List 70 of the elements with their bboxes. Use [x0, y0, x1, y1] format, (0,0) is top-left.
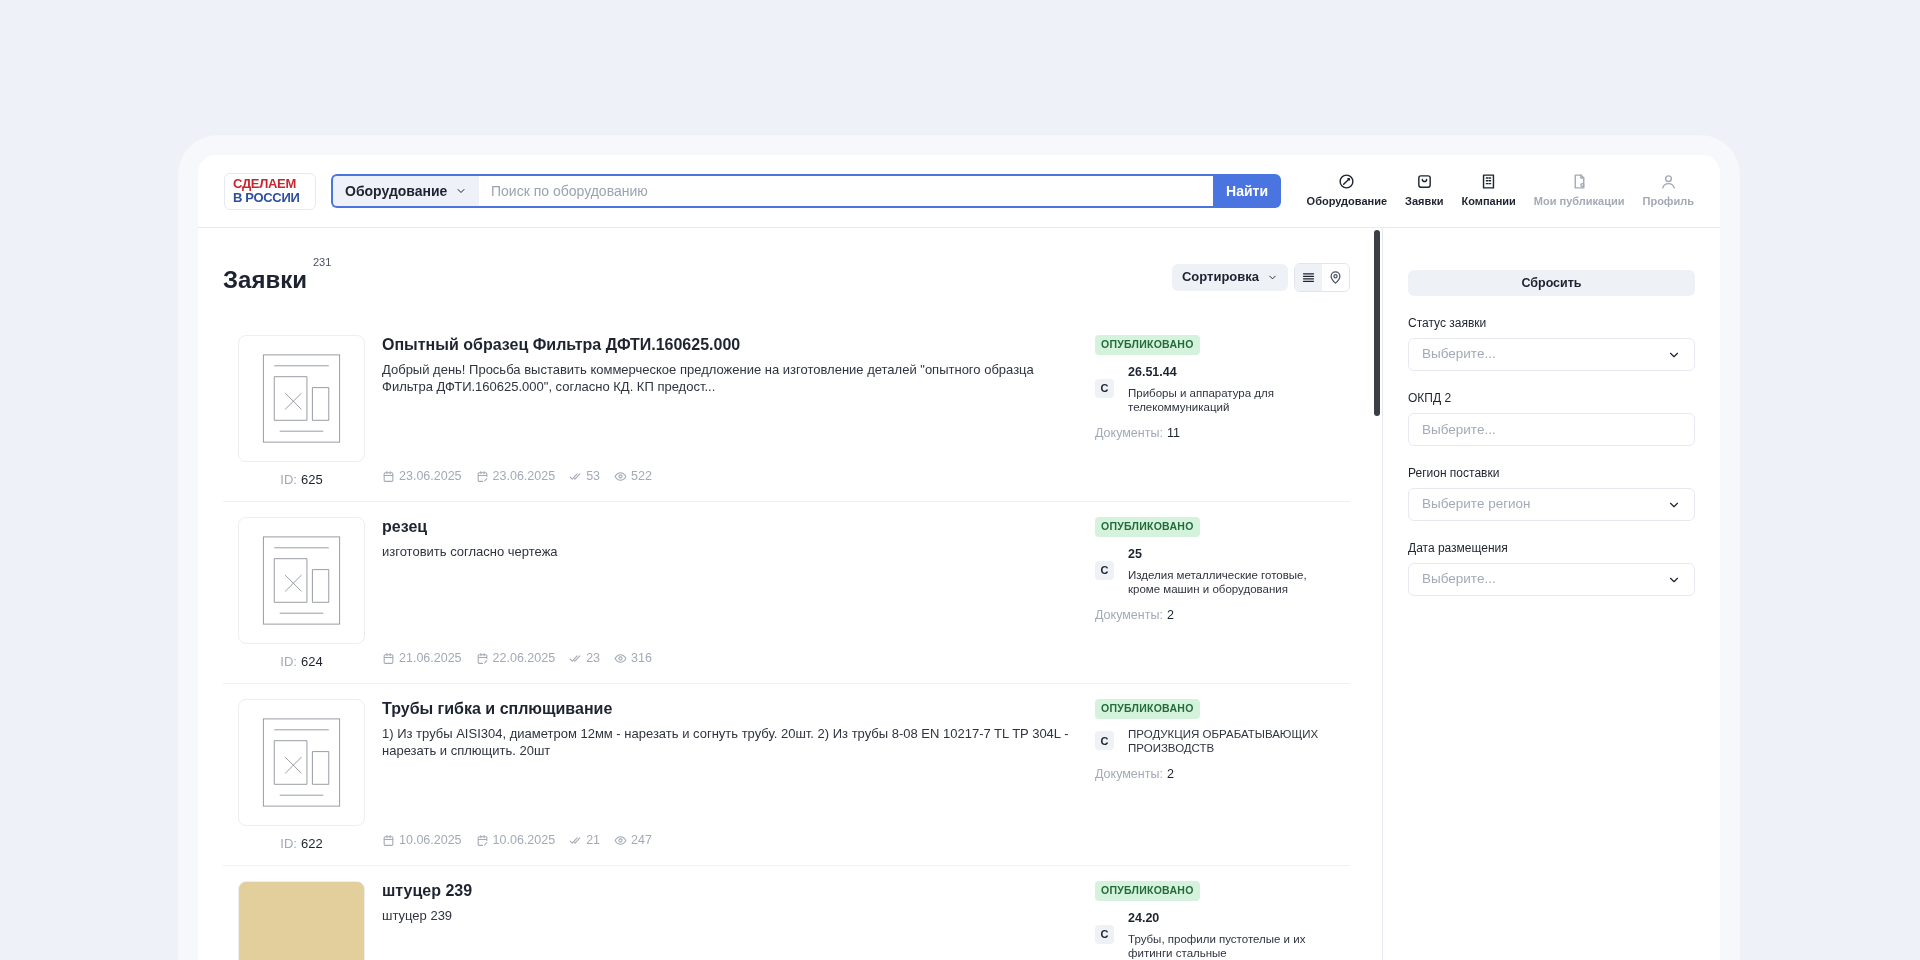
responses-count: 21: [586, 832, 601, 850]
nav-link[interactable]: Заявки: [1405, 172, 1444, 210]
search-button[interactable]: Найти: [1213, 174, 1281, 208]
views-count: 247: [631, 832, 652, 850]
category-badge: С: [1095, 731, 1114, 751]
search-field[interactable]: Поиск по оборудованию: [479, 174, 1213, 208]
request-title: резец: [382, 517, 429, 537]
results-count: 231: [312, 256, 332, 268]
calendar-icon: [382, 834, 395, 848]
request-title: Опытный образец Фильтра ДФТИ.160625.000: [382, 335, 742, 355]
category-name: ПРОДУКЦИЯ ОБРАБАТЫВАЮЩИХ ПРОИЗВОДСТВ: [1128, 726, 1320, 755]
category-name: Приборы и аппаратура для телекоммуникаций: [1128, 385, 1275, 414]
status-badge: ОПУБЛИКОВАНО: [1095, 335, 1200, 355]
category-badge: С: [1095, 560, 1114, 580]
documents-count: Документы: 2: [1095, 606, 1174, 624]
status-badge: ОПУБЛИКОВАНО: [1095, 517, 1200, 537]
logo: СДЕЛАЕМ В РОССИИ: [224, 172, 316, 210]
request-id: ID: 625: [280, 471, 323, 489]
okpd-code: 24.20: [1128, 909, 1161, 927]
status-badge: ОПУБЛИКОВАНО: [1095, 881, 1200, 901]
request-description: Добрый день! Просьба выставить коммерческое предложение на изготовление деталей "опытного образца Фильтра ДФТИ.160625.000", согласно КД. КП предост...: [382, 361, 1035, 395]
sort-button[interactable]: Сортировка: [1171, 263, 1288, 291]
request-id: ID: 624: [280, 653, 323, 671]
documents-count: Документы: 11: [1095, 424, 1180, 442]
calendar-edit-icon: [475, 652, 489, 666]
updated-date: 10.06.2025: [492, 832, 556, 850]
category-dropdown[interactable]: Оборудование: [331, 174, 479, 208]
page-title: Заявки: [223, 265, 307, 295]
category-badge: С: [1095, 378, 1114, 398]
filter-input[interactable]: Выберите...: [1408, 413, 1695, 446]
okpd-code: 26.51.44: [1128, 363, 1178, 381]
shopping-bag-icon: [1415, 172, 1433, 190]
user-icon: [1659, 172, 1677, 190]
okpd-code: 25: [1128, 545, 1143, 563]
category-name: Трубы, профили пустотелые и их фитинги стальные: [1128, 931, 1307, 960]
request-description: 1) Из трубы AISI304, диаметром 12мм - нарезать и согнуть трубу. 20шт. 2) Из трубы 8-08 EN 10217-7 TL TP 304L - нарезать и сплющить. 20шт: [382, 725, 1069, 759]
views-count: 522: [631, 468, 652, 486]
filter-label: Дата размещения: [1408, 540, 1509, 557]
filter-label: ОКПД 2: [1408, 390, 1453, 407]
category-name: Изделия металлические готовые, кроме машин и оборудования: [1128, 567, 1308, 596]
request-title: Трубы гибка и сплющивание: [382, 699, 614, 719]
calendar-icon: [382, 470, 395, 484]
eye-icon: [614, 834, 628, 848]
updated-date: 22.06.2025: [492, 650, 556, 668]
created-date: 23.06.2025: [399, 468, 462, 486]
nav-link[interactable]: Оборудование: [1306, 172, 1388, 210]
calendar-edit-icon: [475, 470, 489, 484]
request-description: изготовить согласно чертежа: [382, 543, 559, 560]
request-id: ID: 622: [280, 835, 323, 853]
request-description: штуцер 239: [382, 907, 454, 924]
filter-label: Регион поставки: [1408, 465, 1501, 482]
responses-count: 53: [586, 468, 601, 486]
filter-label: Статус заявки: [1408, 315, 1488, 332]
updated-date: 23.06.2025: [492, 468, 556, 486]
calendar-icon: [382, 652, 395, 666]
views-count: 316: [631, 650, 652, 668]
created-date: 21.06.2025: [399, 650, 462, 668]
calendar-edit-icon: [475, 834, 489, 848]
nav-link[interactable]: Компании: [1461, 172, 1516, 210]
category-badge: С: [1095, 924, 1114, 944]
map-pin-icon: [1328, 269, 1343, 285]
reset-button[interactable]: Сбросить: [1408, 270, 1695, 296]
responses-count: 23: [586, 650, 601, 668]
documents-count: Документы: 2: [1095, 765, 1174, 783]
list-view-button[interactable]: [1295, 263, 1322, 291]
request-title: штуцер 239: [382, 881, 474, 901]
created-date: 10.06.2025: [399, 832, 462, 850]
eye-icon: [614, 470, 628, 484]
status-badge: ОПУБЛИКОВАНО: [1095, 699, 1200, 719]
eye-icon: [614, 652, 628, 666]
